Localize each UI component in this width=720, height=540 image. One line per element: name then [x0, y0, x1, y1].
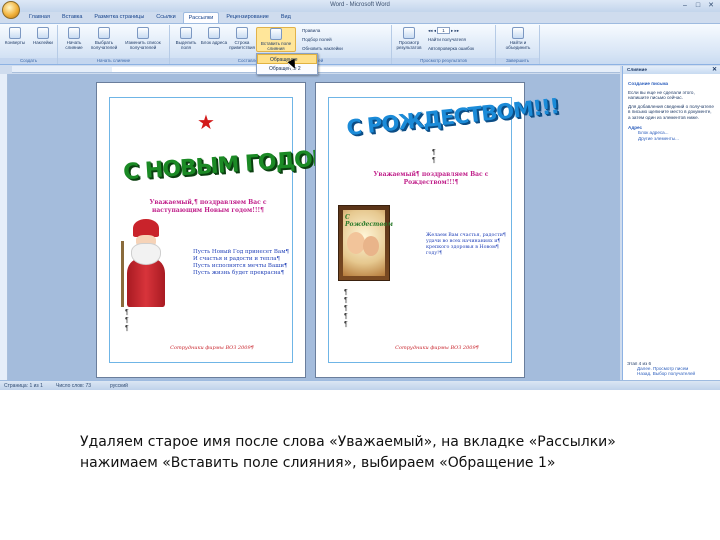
- caption-line-1: Удаляем старое имя после слова «Уважаемы…: [80, 434, 616, 450]
- merge-field-dropdown[interactable]: Обращение Обращение 2: [256, 53, 318, 75]
- pane-header: Слияние ✕: [623, 66, 720, 74]
- group-caption-create: Создать: [0, 58, 57, 64]
- pane-close-icon[interactable]: ✕: [712, 66, 717, 73]
- merge-field-icon: [270, 28, 282, 40]
- greeting-icon: [236, 27, 248, 39]
- ribbon-tabs: Главная Вставка Разметка страницы Ссылки…: [24, 12, 296, 23]
- status-words[interactable]: Число слов: 73: [56, 383, 91, 389]
- labels-button[interactable]: Наклейки: [29, 27, 57, 45]
- match-fields-button[interactable]: Подбор полей: [302, 37, 332, 42]
- group-caption-start: Начать слияние: [58, 58, 169, 64]
- finish-merge-button[interactable]: Найти и объединить: [502, 27, 534, 50]
- rules-button[interactable]: Правила: [302, 28, 320, 33]
- close-icon[interactable]: ✕: [706, 1, 716, 10]
- vertical-ruler: [0, 74, 8, 380]
- pane-heading: Создание письма: [628, 81, 669, 86]
- envelopes-button[interactable]: Конверты: [1, 27, 29, 45]
- group-finish: Найти и объединить Завершить: [496, 25, 540, 64]
- right-wishes[interactable]: Желаем Вам счастья, радости¶ удачи во вс…: [426, 233, 506, 257]
- pane-text-2: Для добавления сведений о получателе в п…: [628, 103, 714, 120]
- paragraph-marks: ¶ ¶ ¶: [125, 309, 129, 332]
- tab-view[interactable]: Вид: [276, 12, 296, 23]
- start-merge-button[interactable]: Начать слияние: [60, 27, 88, 50]
- update-labels-button[interactable]: Обновить наклейки: [302, 46, 343, 51]
- page-left[interactable]: ★ С НОВЫМ ГОДОМ Уважаемый,¶ поздравляем …: [96, 82, 334, 378]
- group-preview: Просмотр результатов ◂◂ ◂ 1 ▸ ▸▸ Найти п…: [392, 25, 496, 64]
- edit-recipient-list-button[interactable]: Изменить список получателей: [120, 27, 166, 50]
- highlight-fields-button[interactable]: Выделить поля: [172, 27, 200, 50]
- record-navigator[interactable]: ◂◂ ◂ 1 ▸ ▸▸: [428, 27, 459, 34]
- tab-references[interactable]: Ссылки: [151, 12, 180, 23]
- finish-icon: [512, 27, 524, 39]
- group-caption-preview: Просмотр результатов: [392, 58, 495, 64]
- address-icon: [208, 27, 220, 39]
- tab-home[interactable]: Главная: [24, 12, 55, 23]
- people-icon: [98, 27, 110, 39]
- word-window: Word - Microsoft Word – □ ✕ Главная Вста…: [0, 0, 720, 390]
- group-caption-finish: Завершить: [496, 58, 539, 64]
- red-star-icon: ★: [197, 112, 215, 134]
- label-icon: [37, 27, 49, 39]
- previous-step-link[interactable]: Назад. Выбор получателей: [627, 371, 716, 376]
- pane-title: Слияние: [627, 67, 647, 72]
- tab-review[interactable]: Рецензирование: [221, 12, 273, 23]
- office-button[interactable]: [2, 1, 20, 19]
- right-footer[interactable]: Сотрудники фирмы ВОЗ 2009¶: [382, 345, 492, 351]
- mail-merge-pane: Слияние ✕ Создание письма Если вы еще не…: [622, 66, 720, 380]
- preview-results-button[interactable]: Просмотр результатов: [394, 27, 424, 50]
- santa-image: [119, 219, 175, 311]
- tab-insert[interactable]: Вставка: [57, 12, 87, 23]
- tab-mailings[interactable]: Рассылки: [182, 12, 220, 23]
- title-bar: Word - Microsoft Word – □ ✕: [0, 0, 720, 12]
- card-caption: С Рождеством: [345, 214, 393, 228]
- highlight-icon: [180, 27, 192, 39]
- left-footer[interactable]: Сотрудники фирмы ВОЗ 2009¶: [157, 345, 267, 351]
- left-greeting[interactable]: Уважаемый,¶ поздравляем Вас с наступающи…: [133, 199, 283, 215]
- window-controls: – □ ✕: [680, 1, 716, 10]
- find-recipient-button[interactable]: Найти получателя: [428, 37, 466, 42]
- greeting-line-button[interactable]: Строка приветствия: [228, 27, 256, 50]
- right-greeting[interactable]: Уважаемый¶ поздравляем Вас с Рождеством!…: [356, 171, 506, 187]
- ribbon: Конверты Наклейки Создать Начать слияние…: [0, 23, 720, 65]
- maximize-icon[interactable]: □: [693, 1, 703, 10]
- pane-text-1: Если вы еще не сделали этого, напишите п…: [628, 89, 695, 101]
- page-right[interactable]: С РОЖДЕСТВОМ!!! ¶ ¶ Уважаемый¶ поздравляе…: [315, 82, 560, 378]
- christmas-card-image: С Рождеством: [338, 205, 393, 281]
- record-number[interactable]: 1: [437, 27, 450, 34]
- document-icon: [68, 27, 80, 39]
- dropdown-item-obrashchenie-2[interactable]: Обращение 2: [257, 64, 317, 74]
- more-items-link[interactable]: Другие элементы...: [628, 136, 715, 142]
- status-bar: Страница: 1 из 1 Число слов: 73 русский: [0, 380, 720, 390]
- left-wishes[interactable]: Пусть Новый Год принесет Вам¶ И счастья …: [193, 249, 289, 277]
- insert-merge-field-button[interactable]: Вставить поле слияния: [256, 27, 296, 52]
- envelope-icon: [9, 27, 21, 39]
- preview-icon: [403, 27, 415, 39]
- group-start-merge: Начать слияние Выбрать получателей Измен…: [58, 25, 170, 64]
- select-recipients-button[interactable]: Выбрать получателей: [90, 27, 118, 50]
- tab-page-layout[interactable]: Разметка страницы: [89, 12, 149, 23]
- slide-caption: Удаляем старое имя после слова «Уважаемы…: [80, 432, 680, 474]
- caption-line-2: нажимаем «Вставить поле слияния», выбира…: [80, 455, 556, 471]
- edit-list-icon: [137, 27, 149, 39]
- auto-check-button[interactable]: Автопроверка ошибок: [428, 46, 474, 51]
- minimize-icon[interactable]: –: [680, 1, 690, 10]
- document-area[interactable]: ★ С НОВЫМ ГОДОМ Уважаемый,¶ поздравляем …: [8, 74, 620, 380]
- status-language[interactable]: русский: [110, 383, 128, 389]
- status-page[interactable]: Страница: 1 из 1: [4, 383, 43, 389]
- group-create: Конверты Наклейки Создать: [0, 25, 58, 64]
- address-block-button[interactable]: Блок адреса: [200, 27, 228, 45]
- window-title: Word - Microsoft Word: [330, 2, 390, 8]
